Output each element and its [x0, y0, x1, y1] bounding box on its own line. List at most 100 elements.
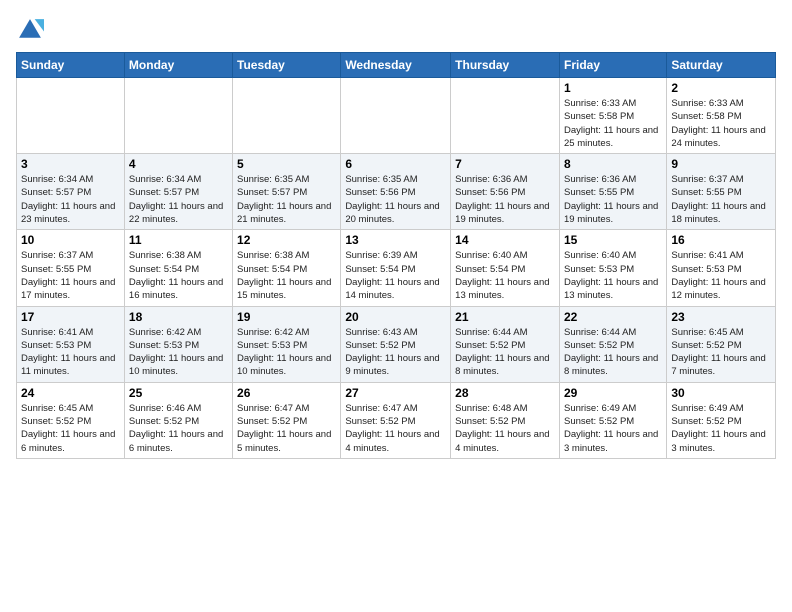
logo	[16, 16, 48, 44]
calendar-cell: 14Sunrise: 6:40 AM Sunset: 5:54 PM Dayli…	[451, 230, 560, 306]
day-header-saturday: Saturday	[667, 53, 776, 78]
day-number: 19	[237, 310, 336, 324]
day-info: Sunrise: 6:47 AM Sunset: 5:52 PM Dayligh…	[345, 402, 446, 455]
day-header-sunday: Sunday	[17, 53, 125, 78]
day-header-friday: Friday	[559, 53, 666, 78]
day-number: 16	[671, 233, 771, 247]
day-number: 20	[345, 310, 446, 324]
calendar-cell: 10 Sunrise: 6:37 AM Sunset: 5:55 PM Dayli…	[17, 230, 125, 306]
day-info: Sunrise: 6:39 AM Sunset: 5:54 PM Dayligh…	[345, 249, 446, 302]
day-info: Sunrise: 6:40 AM Sunset: 5:54 PM Dayligh…	[455, 249, 555, 302]
day-info: Sunrise: 6:36 AM Sunset: 5:55 PM Dayligh…	[564, 173, 662, 226]
day-info: Sunrise: 6:44 AM Sunset: 5:52 PM Dayligh…	[564, 326, 662, 379]
calendar-cell: 20 Sunrise: 6:43 AM Sunset: 5:52 PM Dayli…	[341, 306, 451, 382]
day-info: Sunrise: 6:46 AM Sunset: 5:52 PM Dayligh…	[129, 402, 228, 455]
calendar-cell	[17, 78, 125, 154]
calendar-cell: 24Sunrise: 6:45 AM Sunset: 5:52 PM Dayli…	[17, 382, 125, 458]
day-header-monday: Monday	[124, 53, 232, 78]
calendar-cell: 25 Sunrise: 6:46 AM Sunset: 5:52 PM Dayli…	[124, 382, 232, 458]
day-info: Sunrise: 6:35 AM Sunset: 5:56 PM Dayligh…	[345, 173, 446, 226]
day-info: Sunrise: 6:47 AM Sunset: 5:52 PM Dayligh…	[237, 402, 336, 455]
calendar-cell	[341, 78, 451, 154]
day-number: 29	[564, 386, 662, 400]
day-number: 22	[564, 310, 662, 324]
calendar-cell: 18Sunrise: 6:42 AM Sunset: 5:53 PM Dayli…	[124, 306, 232, 382]
calendar-week-4: 17 Sunrise: 6:41 AM Sunset: 5:53 PM Dayli…	[17, 306, 776, 382]
day-info: Sunrise: 6:42 AM Sunset: 5:53 PM Dayligh…	[129, 326, 228, 379]
day-info: Sunrise: 6:37 AM Sunset: 5:55 PM Dayligh…	[21, 249, 120, 302]
day-number: 28	[455, 386, 555, 400]
calendar-cell: 21 Sunrise: 6:44 AM Sunset: 5:52 PM Dayli…	[451, 306, 560, 382]
calendar-cell: 11Sunrise: 6:38 AM Sunset: 5:54 PM Dayli…	[124, 230, 232, 306]
day-info: Sunrise: 6:37 AM Sunset: 5:55 PM Dayligh…	[671, 173, 771, 226]
day-info: Sunrise: 6:41 AM Sunset: 5:53 PM Dayligh…	[21, 326, 120, 379]
day-number: 6	[345, 157, 446, 171]
calendar: SundayMondayTuesdayWednesdayThursdayFrid…	[16, 52, 776, 459]
calendar-cell: 3 Sunrise: 6:34 AM Sunset: 5:57 PM Daylig…	[17, 154, 125, 230]
day-number: 21	[455, 310, 555, 324]
calendar-cell: 13 Sunrise: 6:39 AM Sunset: 5:54 PM Dayli…	[341, 230, 451, 306]
calendar-cell: 29Sunrise: 6:49 AM Sunset: 5:52 PM Dayli…	[559, 382, 666, 458]
day-number: 30	[671, 386, 771, 400]
day-info: Sunrise: 6:36 AM Sunset: 5:56 PM Dayligh…	[455, 173, 555, 226]
day-info: Sunrise: 6:33 AM Sunset: 5:58 PM Dayligh…	[671, 97, 771, 150]
day-number: 1	[564, 81, 662, 95]
day-info: Sunrise: 6:43 AM Sunset: 5:52 PM Dayligh…	[345, 326, 446, 379]
day-number: 13	[345, 233, 446, 247]
day-info: Sunrise: 6:34 AM Sunset: 5:57 PM Dayligh…	[21, 173, 120, 226]
day-header-tuesday: Tuesday	[233, 53, 341, 78]
calendar-cell	[451, 78, 560, 154]
day-number: 23	[671, 310, 771, 324]
day-number: 15	[564, 233, 662, 247]
day-number: 5	[237, 157, 336, 171]
calendar-week-1: 1 Sunrise: 6:33 AM Sunset: 5:58 PM Daylig…	[17, 78, 776, 154]
day-header-thursday: Thursday	[451, 53, 560, 78]
calendar-cell: 28 Sunrise: 6:48 AM Sunset: 5:52 PM Dayli…	[451, 382, 560, 458]
day-info: Sunrise: 6:35 AM Sunset: 5:57 PM Dayligh…	[237, 173, 336, 226]
day-number: 9	[671, 157, 771, 171]
calendar-week-5: 24Sunrise: 6:45 AM Sunset: 5:52 PM Dayli…	[17, 382, 776, 458]
logo-icon	[16, 16, 44, 44]
calendar-cell: 15 Sunrise: 6:40 AM Sunset: 5:53 PM Dayli…	[559, 230, 666, 306]
calendar-cell: 30 Sunrise: 6:49 AM Sunset: 5:52 PM Dayli…	[667, 382, 776, 458]
day-number: 17	[21, 310, 120, 324]
day-header-wednesday: Wednesday	[341, 53, 451, 78]
page-header	[16, 16, 776, 44]
calendar-cell	[233, 78, 341, 154]
calendar-cell: 8Sunrise: 6:36 AM Sunset: 5:55 PM Daylig…	[559, 154, 666, 230]
day-info: Sunrise: 6:33 AM Sunset: 5:58 PM Dayligh…	[564, 97, 662, 150]
day-number: 24	[21, 386, 120, 400]
calendar-week-2: 3 Sunrise: 6:34 AM Sunset: 5:57 PM Daylig…	[17, 154, 776, 230]
calendar-cell: 1 Sunrise: 6:33 AM Sunset: 5:58 PM Daylig…	[559, 78, 666, 154]
calendar-cell: 5 Sunrise: 6:35 AM Sunset: 5:57 PM Daylig…	[233, 154, 341, 230]
calendar-cell: 27 Sunrise: 6:47 AM Sunset: 5:52 PM Dayli…	[341, 382, 451, 458]
day-number: 11	[129, 233, 228, 247]
calendar-cell: 26 Sunrise: 6:47 AM Sunset: 5:52 PM Dayli…	[233, 382, 341, 458]
day-number: 7	[455, 157, 555, 171]
calendar-cell	[124, 78, 232, 154]
day-info: Sunrise: 6:48 AM Sunset: 5:52 PM Dayligh…	[455, 402, 555, 455]
day-number: 2	[671, 81, 771, 95]
calendar-cell: 23Sunrise: 6:45 AM Sunset: 5:52 PM Dayli…	[667, 306, 776, 382]
day-info: Sunrise: 6:44 AM Sunset: 5:52 PM Dayligh…	[455, 326, 555, 379]
calendar-cell: 7 Sunrise: 6:36 AM Sunset: 5:56 PM Daylig…	[451, 154, 560, 230]
calendar-cell: 12 Sunrise: 6:38 AM Sunset: 5:54 PM Dayli…	[233, 230, 341, 306]
calendar-cell: 6 Sunrise: 6:35 AM Sunset: 5:56 PM Daylig…	[341, 154, 451, 230]
day-number: 27	[345, 386, 446, 400]
day-number: 4	[129, 157, 228, 171]
day-info: Sunrise: 6:49 AM Sunset: 5:52 PM Dayligh…	[671, 402, 771, 455]
day-number: 25	[129, 386, 228, 400]
calendar-cell: 22 Sunrise: 6:44 AM Sunset: 5:52 PM Dayli…	[559, 306, 666, 382]
calendar-header-row: SundayMondayTuesdayWednesdayThursdayFrid…	[17, 53, 776, 78]
day-info: Sunrise: 6:42 AM Sunset: 5:53 PM Dayligh…	[237, 326, 336, 379]
day-info: Sunrise: 6:38 AM Sunset: 5:54 PM Dayligh…	[237, 249, 336, 302]
calendar-cell: 16Sunrise: 6:41 AM Sunset: 5:53 PM Dayli…	[667, 230, 776, 306]
day-number: 10	[21, 233, 120, 247]
calendar-cell: 17 Sunrise: 6:41 AM Sunset: 5:53 PM Dayli…	[17, 306, 125, 382]
day-number: 3	[21, 157, 120, 171]
day-number: 12	[237, 233, 336, 247]
day-number: 26	[237, 386, 336, 400]
calendar-cell: 19 Sunrise: 6:42 AM Sunset: 5:53 PM Dayli…	[233, 306, 341, 382]
day-info: Sunrise: 6:40 AM Sunset: 5:53 PM Dayligh…	[564, 249, 662, 302]
calendar-cell: 9 Sunrise: 6:37 AM Sunset: 5:55 PM Daylig…	[667, 154, 776, 230]
